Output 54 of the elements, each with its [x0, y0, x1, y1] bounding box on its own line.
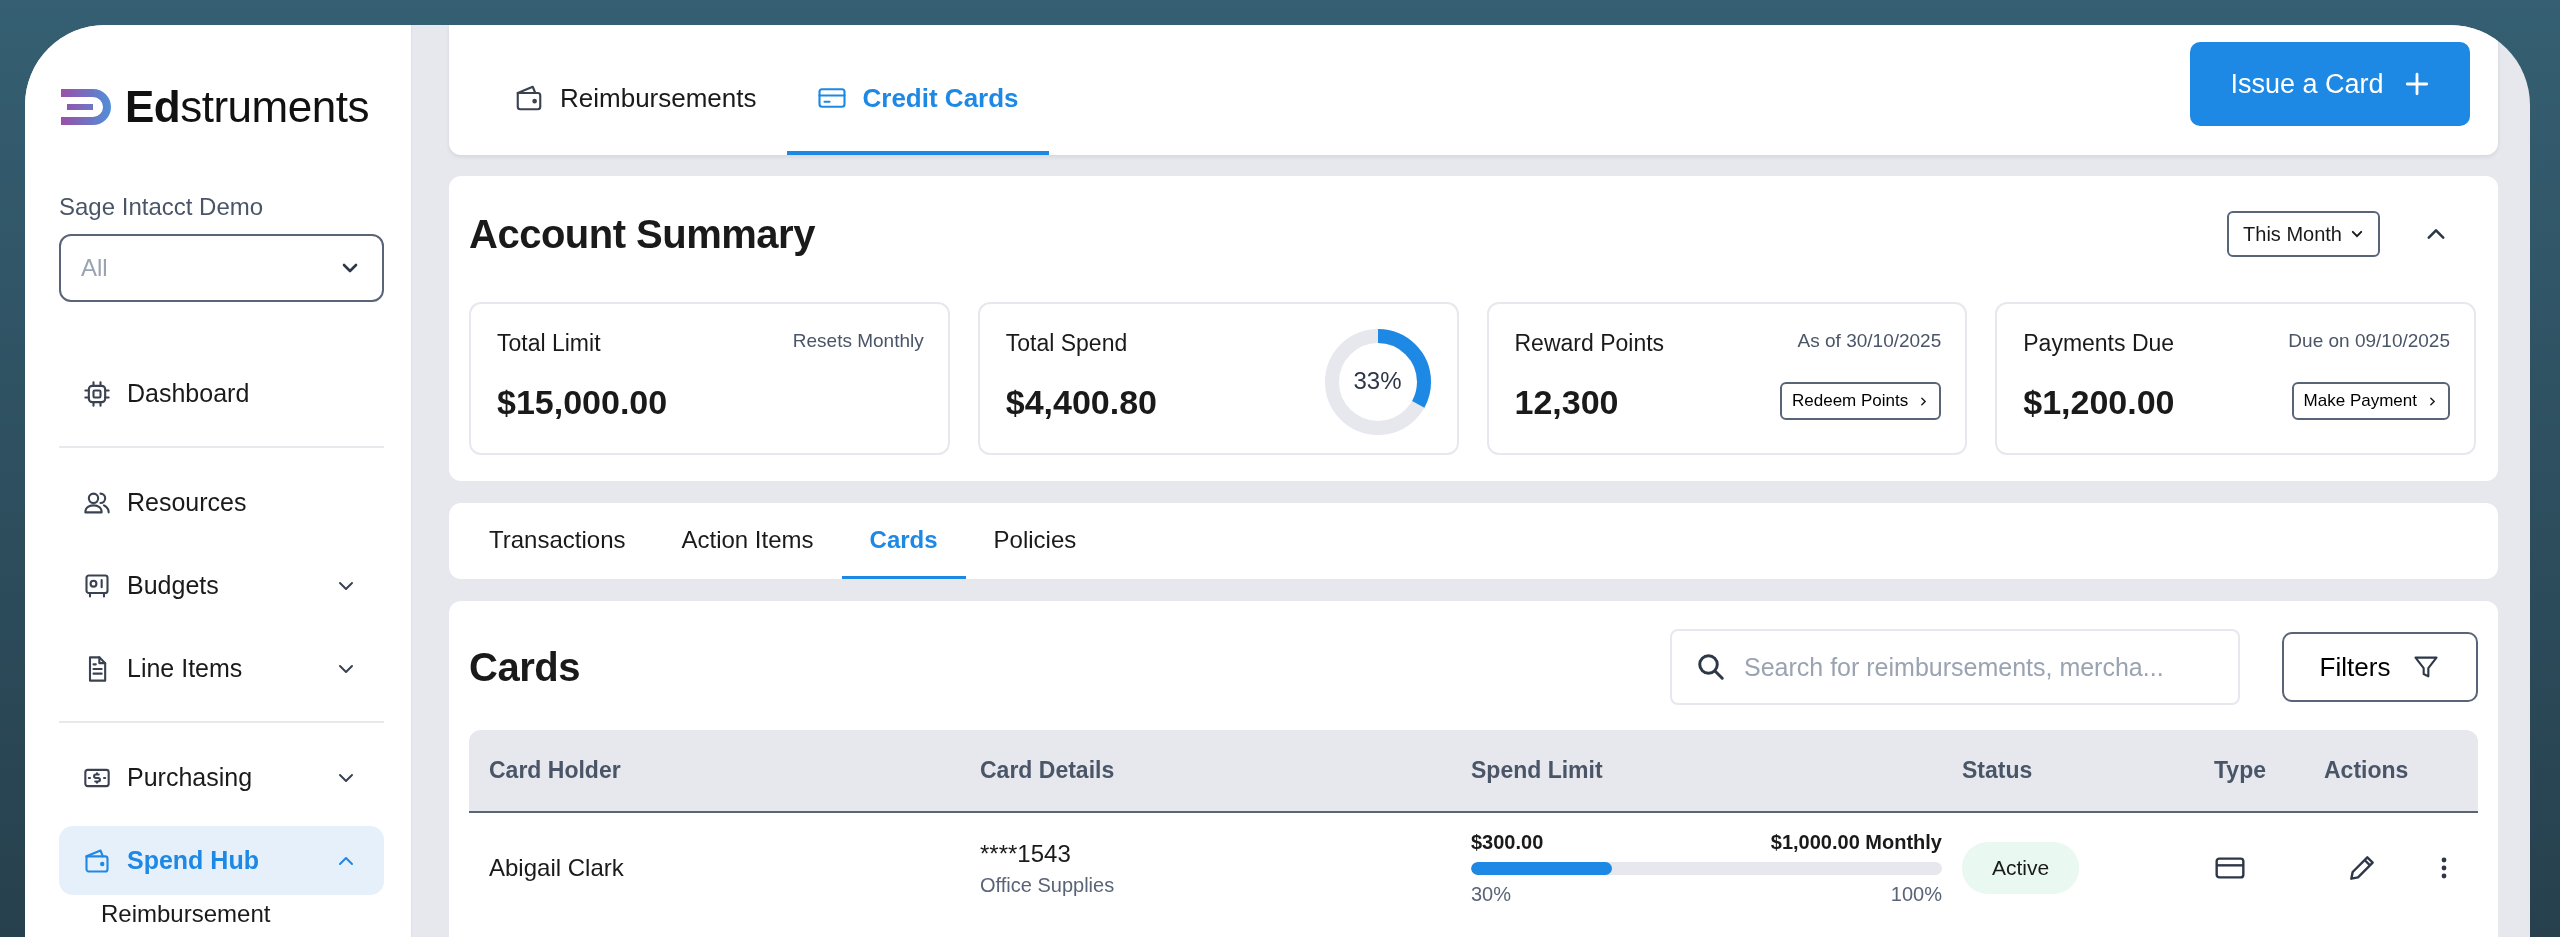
plus-icon	[2403, 71, 2430, 97]
wallet-icon	[514, 83, 544, 113]
sub-tab[interactable]: Policies	[965, 503, 1105, 579]
spent-amount: $300.00	[1471, 830, 1544, 854]
gauge-reading: 33%	[1352, 367, 1403, 395]
card-category: Office Supplies	[980, 873, 1115, 897]
sub-tab[interactable]: Action Items	[653, 503, 842, 579]
stat-title: Total Spend	[1005, 330, 1129, 357]
action-button[interactable]: Make Payment	[2291, 382, 2450, 420]
period-select[interactable]: This Month	[2227, 211, 2380, 257]
column-header: Actions	[2324, 757, 2410, 784]
stat-note: Resets Monthly	[792, 330, 924, 352]
nav-item[interactable]: Budgets	[59, 551, 384, 620]
card-number: ****1543	[980, 839, 1071, 868]
nav-subitem[interactable]: Reimbursement	[59, 899, 384, 929]
status-badge: Active	[1962, 842, 2080, 894]
column-header: Type	[2214, 757, 2267, 784]
stat-note: As of 30/10/2025	[1797, 330, 1942, 352]
sub-tab[interactable]: Cards	[841, 503, 966, 579]
action-button[interactable]: Redeem Points	[1780, 382, 1942, 420]
progress-label: 100%	[1890, 882, 1942, 906]
top-tab[interactable]: Credit Cards	[786, 25, 1049, 155]
column-header: Card Details	[980, 757, 1116, 784]
top-tab[interactable]: Reimbursements	[484, 25, 787, 155]
stat-value: 12,300	[1514, 383, 1620, 422]
column-header: Spend Limit	[1471, 757, 1604, 784]
stat-value: $1,200.00	[2023, 383, 2175, 422]
table-cell: Abigail Clark	[489, 854, 624, 882]
stat-note: Due on 09/10/2025	[2288, 330, 2450, 352]
brand-name: Edstruments	[125, 82, 369, 132]
nav-item[interactable]: Line Items	[59, 634, 384, 703]
column-header: Status	[1962, 757, 2034, 784]
filters-button[interactable]: Filters	[2282, 632, 2478, 702]
issue-card-button[interactable]: Issue a Card	[2190, 42, 2470, 126]
nav-item[interactable]: Purchasing	[59, 743, 384, 812]
chevron-right-icon	[2427, 395, 2438, 407]
stat-value: $4,400.80	[1005, 383, 1157, 422]
section-title: Cards	[469, 644, 581, 690]
org-label: Sage Intacct Demo	[59, 193, 265, 221]
nav-item[interactable]: Resources	[59, 468, 384, 537]
search-field[interactable]: Search for reimbursements, mercha...	[1670, 629, 2240, 705]
sub-tab[interactable]: Transactions	[461, 503, 654, 579]
limit-amount: $1,000.00 Monthly	[1770, 830, 1942, 854]
progress-label: 30%	[1471, 882, 1512, 906]
column-header: Card Holder	[489, 757, 622, 784]
safe-icon	[83, 571, 111, 600]
stat-title: Total Limit	[497, 330, 602, 357]
stat-value: $15,000.00	[497, 383, 668, 422]
chip-icon	[83, 379, 111, 408]
nav-item[interactable]: Dashboard	[59, 359, 384, 428]
stat-title: Payments Due	[2023, 330, 2175, 357]
section-title: Account Summary	[469, 211, 816, 257]
wallet-icon	[83, 846, 111, 875]
stat-title: Reward Points	[1514, 330, 1665, 357]
